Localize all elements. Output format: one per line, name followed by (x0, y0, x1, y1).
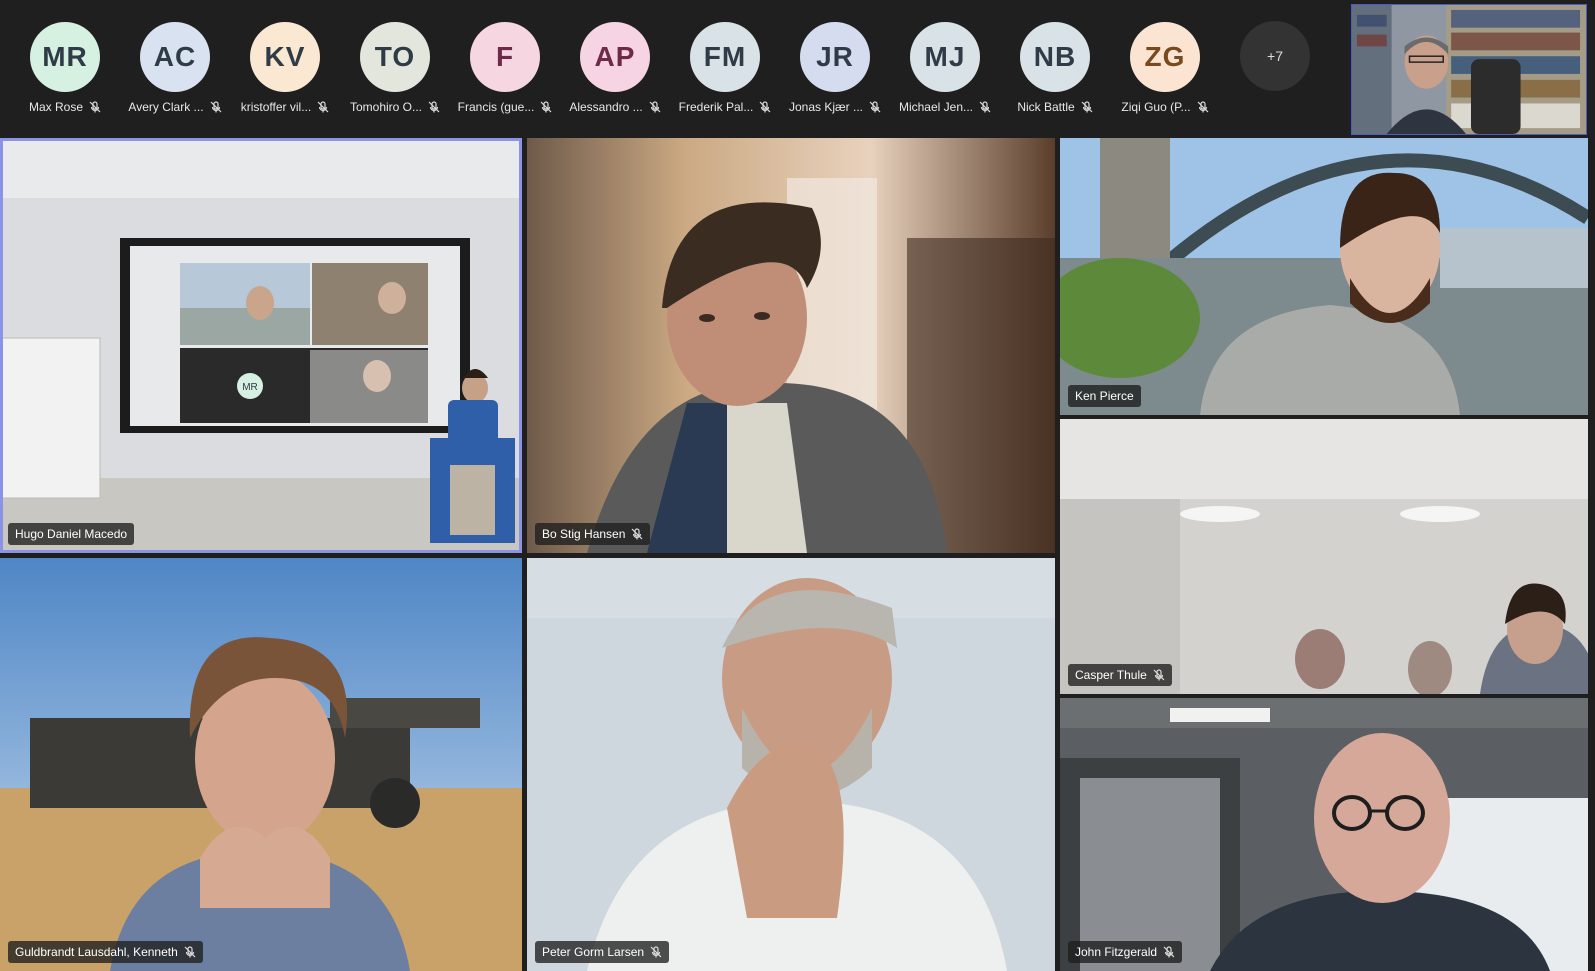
participant-frederik[interactable]: FM Frederik Pal... (670, 20, 780, 120)
participant-label: Ken Pierce (1068, 385, 1141, 407)
participant-name: Max Rose (28, 100, 84, 114)
mic-muted-icon (759, 101, 771, 113)
participant-name: Avery Clark ... (128, 100, 204, 114)
video-feed-guldbrandt (0, 558, 522, 971)
participant-label: Guldbrandt Lausdahl, Kenneth (8, 941, 203, 963)
video-feed-room: MR (0, 138, 522, 553)
avatar: FM (690, 22, 760, 92)
video-feed-john (1060, 698, 1588, 971)
avatar: NB (1020, 22, 1090, 92)
avatar: MR (30, 22, 100, 92)
participant-label: Bo Stig Hansen (535, 523, 651, 545)
mic-muted-icon (428, 101, 440, 113)
mic-muted-icon (317, 101, 329, 113)
video-feed-casper (1060, 419, 1588, 694)
avatar: AC (140, 22, 210, 92)
mic-muted-icon (650, 946, 662, 958)
tile-name: Peter Gorm Larsen (542, 945, 645, 959)
video-tile-guldbrandt-lausdahl[interactable]: Guldbrandt Lausdahl, Kenneth (0, 558, 522, 971)
mic-muted-icon (631, 528, 643, 540)
video-feed-bo (527, 138, 1055, 553)
participant-label: Peter Gorm Larsen (535, 941, 670, 963)
participant-name: Michael Jen... (898, 100, 974, 114)
tile-name: Bo Stig Hansen (542, 527, 626, 541)
participant-name: Francis (gue... (457, 100, 535, 114)
participant-max-rose[interactable]: MR Max Rose (10, 20, 120, 120)
video-tile-casper-thule[interactable]: Casper Thule (1060, 419, 1588, 694)
participant-name: Nick Battle (1017, 100, 1075, 114)
mic-muted-icon (540, 101, 552, 113)
mic-muted-icon (869, 101, 881, 113)
video-tile-hugo[interactable]: MR Hugo Daniel Macedo (0, 138, 522, 553)
participant-kristoffer[interactable]: KV kristoffer vil... (230, 20, 340, 120)
meeting-window: MR Max Rose AC Avery Clark ... KV kristo… (0, 0, 1595, 971)
participant-nick-battle[interactable]: NB Nick Battle (1000, 20, 1110, 120)
participant-alessandro[interactable]: AP Alessandro ... (560, 20, 670, 120)
avatar: AP (580, 22, 650, 92)
participant-label: John Fitzgerald (1068, 941, 1183, 963)
mic-muted-icon (1197, 101, 1208, 113)
participant-label: Hugo Daniel Macedo (8, 523, 135, 545)
tile-name: Hugo Daniel Macedo (15, 527, 128, 541)
mic-muted-icon (649, 101, 661, 113)
avatar: ZG (1130, 22, 1200, 92)
avatar: TO (360, 22, 430, 92)
mic-muted-icon (1153, 669, 1165, 681)
avatar: F (470, 22, 540, 92)
participant-avery-clark[interactable]: AC Avery Clark ... (120, 20, 230, 120)
more-participants-button[interactable]: +7 (1240, 21, 1310, 91)
participant-francis[interactable]: F Francis (gue... (450, 20, 560, 120)
video-feed-peter (527, 558, 1055, 971)
tile-name: Ken Pierce (1075, 389, 1134, 403)
tile-name: Guldbrandt Lausdahl, Kenneth (15, 945, 178, 959)
mic-muted-icon (979, 101, 991, 113)
video-tile-john-fitzgerald[interactable]: John Fitzgerald (1060, 698, 1588, 971)
video-tile-peter-gorm-larsen[interactable]: Peter Gorm Larsen (527, 558, 1055, 971)
participant-name: Jonas Kjær ... (788, 100, 864, 114)
avatar: JR (800, 22, 870, 92)
participant-label: Casper Thule (1068, 664, 1172, 686)
mic-muted-icon (89, 101, 101, 113)
video-tile-bo-stig-hansen[interactable]: Bo Stig Hansen (527, 138, 1055, 553)
participant-name: Frederik Pal... (678, 100, 754, 114)
self-view-scene (1352, 5, 1586, 134)
mic-muted-icon (1163, 946, 1175, 958)
participant-name: kristoffer vil... (240, 100, 312, 114)
room-screen-avatar-initials: MR (242, 382, 258, 393)
video-feed-ken (1060, 138, 1588, 415)
self-view-video[interactable] (1351, 4, 1587, 135)
participant-name: Alessandro ... (569, 100, 643, 114)
tile-name: John Fitzgerald (1075, 945, 1158, 959)
participant-name: Ziqi Guo (P... (1121, 100, 1191, 114)
participant-ziqi-guo[interactable]: ZG Ziqi Guo (P... (1110, 20, 1220, 120)
participant-strip: MR Max Rose AC Avery Clark ... KV kristo… (0, 0, 1595, 138)
participant-tomohiro[interactable]: TO Tomohiro O... (340, 20, 450, 120)
participant-name: Tomohiro O... (349, 100, 423, 114)
tile-name: Casper Thule (1075, 668, 1147, 682)
mic-muted-icon (210, 101, 221, 113)
mic-muted-icon (184, 946, 196, 958)
participant-jonas[interactable]: JR Jonas Kjær ... (780, 20, 890, 120)
mic-muted-icon (1081, 101, 1093, 113)
video-tile-ken-pierce[interactable]: Ken Pierce (1060, 138, 1588, 415)
avatar: MJ (910, 22, 980, 92)
avatar: KV (250, 22, 320, 92)
participant-michael[interactable]: MJ Michael Jen... (890, 20, 1000, 120)
